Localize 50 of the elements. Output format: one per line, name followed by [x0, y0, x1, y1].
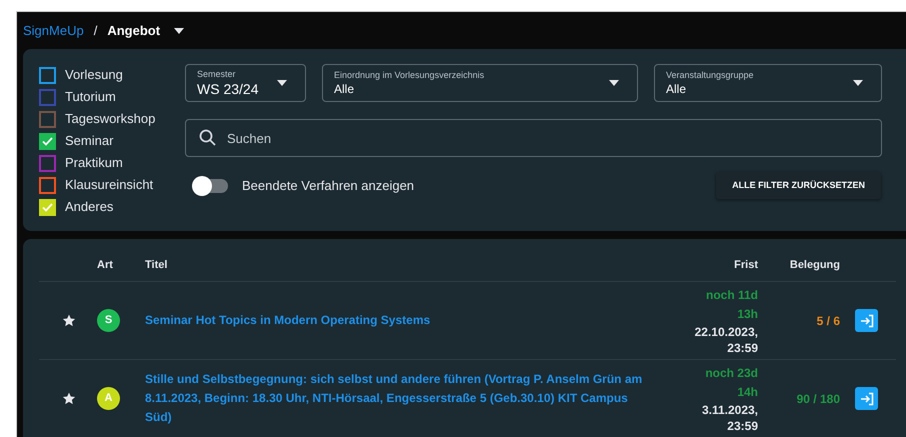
- enroll-button[interactable]: [855, 309, 878, 332]
- breadcrumb-separator: /: [94, 22, 98, 40]
- remaining-time: noch 23d 14h: [704, 364, 758, 400]
- occupancy-count: 5 / 6: [816, 312, 840, 330]
- favorite-star-icon[interactable]: [62, 392, 76, 405]
- reset-filters-button[interactable]: ALLE FILTER ZURÜCKSETZEN: [716, 172, 881, 199]
- login-icon: [860, 392, 874, 406]
- page-menu-button[interactable]: Angebot: [107, 20, 184, 40]
- home-link[interactable]: SignMeUp: [23, 20, 84, 40]
- type-label: Anderes: [65, 198, 114, 216]
- type-label: Seminar: [65, 132, 114, 150]
- caret-icon: [609, 80, 619, 86]
- column-header: Titel: [145, 258, 168, 272]
- search-field[interactable]: Suchen: [185, 119, 882, 157]
- column-header: Frist: [733, 258, 758, 272]
- select-field[interactable]: Semester WS 23/24: [185, 64, 306, 102]
- course-title-link[interactable]: Stille und Selbstbegegnung: sich selbst und andere führen (Vortrag P. Anselm Grün am 8.11.2023, Beginn: 18.30 Uhr, NTI-Hörsaal, Engesserstraße 5 (Geb.30.10) KIT Campus Süd): [145, 370, 665, 427]
- deadline-date: 3.11.2023, 23:59: [700, 402, 758, 434]
- select-field[interactable]: Veranstaltungsgruppe Alle: [654, 64, 882, 102]
- type-label: Klausureinsicht: [65, 176, 154, 194]
- column-header: Belegung: [788, 258, 840, 272]
- type-label: Praktikum: [65, 154, 123, 172]
- type-label: Tagesworkshop: [65, 110, 156, 128]
- toggle-label: Beendete Verfahren anzeigen: [242, 176, 414, 195]
- login-icon: [860, 314, 874, 328]
- type-label: Vorlesung: [65, 66, 123, 84]
- deadline-date: 22.10.2023, 23:59: [694, 324, 758, 356]
- type-checkbox[interactable]: [39, 110, 56, 128]
- enroll-button[interactable]: [855, 387, 878, 410]
- type-label: Tutorium: [65, 88, 116, 106]
- check-icon: [42, 136, 53, 146]
- caret-icon: [174, 28, 184, 34]
- occupancy-count: 90 / 180: [796, 390, 840, 408]
- select-field[interactable]: Einordnung im Vorlesungsverzeichnis Alle: [322, 64, 638, 102]
- type-checkbox[interactable]: [39, 88, 56, 106]
- toggle-switch[interactable]: [194, 178, 228, 192]
- check-icon: [42, 202, 53, 212]
- column-header: Art: [97, 258, 114, 272]
- remaining-time: noch 11d 13h: [704, 286, 758, 322]
- caret-icon: [277, 80, 287, 86]
- type-checkbox[interactable]: [39, 66, 56, 84]
- type-checkbox[interactable]: [39, 132, 56, 150]
- type-avatar: A: [97, 387, 120, 410]
- type-checkbox[interactable]: [39, 154, 56, 172]
- course-title-link[interactable]: Seminar Hot Topics in Modern Operating Systems: [145, 311, 665, 330]
- caret-icon: [853, 80, 863, 86]
- type-checkbox[interactable]: [39, 176, 56, 194]
- type-avatar: S: [97, 309, 120, 332]
- search-icon: [199, 129, 216, 146]
- favorite-star-icon[interactable]: [62, 314, 76, 327]
